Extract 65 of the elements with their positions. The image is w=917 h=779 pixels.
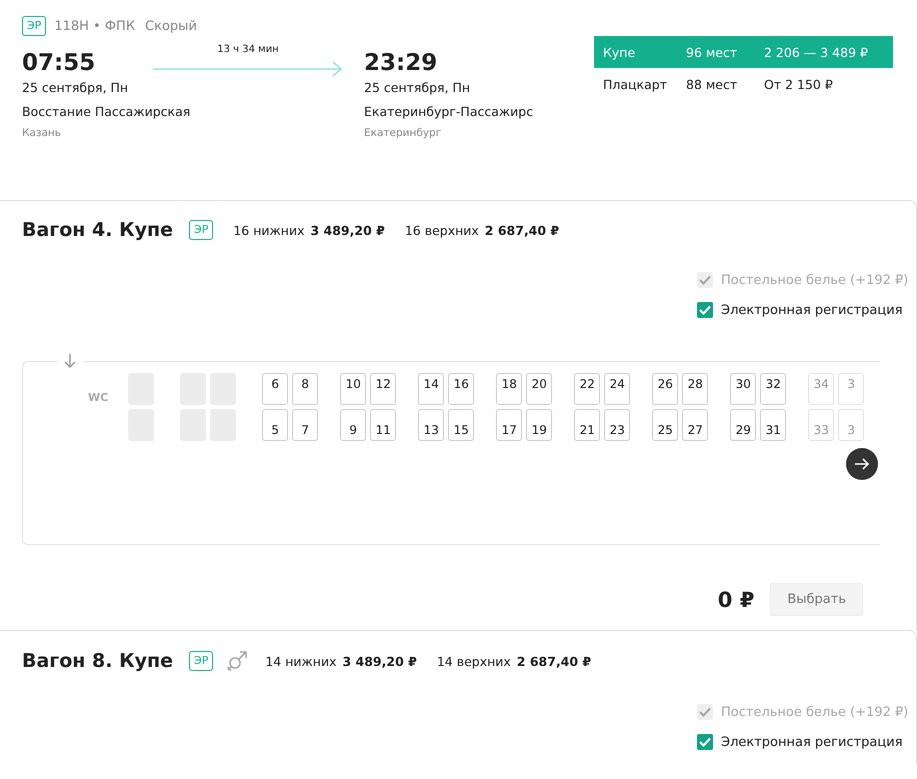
route-arrow-icon [153,61,343,77]
seat[interactable]: 10 [340,373,366,405]
seat[interactable]: 25 [652,409,678,441]
seat[interactable]: 9 [340,409,366,441]
option-label: Постельное белье (+192 ₽) [721,704,908,720]
upper-seats-price: 2 687,40 ₽ [516,654,592,668]
lower-seats-price: 3 489,20 ₽ [342,654,417,668]
seat[interactable]: 5 [262,409,288,441]
er-badge: ЭР [189,220,214,240]
departure-time: 07:55 [22,49,96,78]
seat[interactable]: 12 [370,373,396,405]
checkbox[interactable] [697,302,713,318]
seat[interactable]: 27 [682,409,708,441]
option-label: Электронная регистрация [721,734,903,750]
arrival-date: 25 сентября, Пн [364,80,472,95]
seat[interactable]: 13 [418,409,444,441]
er-badge: ЭР [22,16,46,36]
seat[interactable]: 16 [448,373,474,405]
option-label: Электронная регистрация [721,302,903,318]
seat[interactable]: 7 [292,409,318,441]
select-button[interactable]: Выбрать [770,583,863,616]
travel-duration: 13 ч 34 мин [216,44,280,55]
seat[interactable]: 19 [526,409,552,441]
er-badge: ЭР [189,651,214,671]
checkbox[interactable] [697,734,713,750]
departure-date: 25 сентября, Пн [22,80,130,95]
arrival-city: Екатеринбург [364,127,442,139]
seat[interactable]: 30 [730,373,756,405]
seat[interactable]: 21 [574,409,600,441]
seat[interactable]: 22 [574,373,600,405]
lower-seats-price: 3 489,20 ₽ [310,222,385,238]
next-arrow-button[interactable] [846,448,878,480]
wc-label: WC [88,391,108,404]
seat[interactable]: 14 [418,373,444,405]
wagon-title: Вагон 4. Купе [22,219,174,241]
departure-city: Казань [22,127,62,139]
seat[interactable]: 15 [448,409,474,441]
upper-seats-count: 16 верхних [404,222,479,238]
seat[interactable]: 8 [292,373,318,405]
seat[interactable]: 20 [526,373,552,405]
seat[interactable]: 24 [604,373,630,405]
seat[interactable]: 23 [604,409,630,441]
arrival-time: 23:29 [364,49,438,78]
seat[interactable]: 6 [262,373,288,405]
seat[interactable]: 29 [730,409,756,441]
seat[interactable]: 11 [370,409,396,441]
lower-seats-count: 14 нижних [265,654,336,668]
seat[interactable]: 17 [496,409,522,441]
train-number: 118Н • ФПК [54,18,136,34]
upper-seats-price: 2 687,40 ₽ [484,222,560,238]
train-type: Скорый [145,18,197,34]
seat[interactable]: 18 [496,373,522,405]
option-label: Постельное белье (+192 ₽) [721,272,908,288]
lower-seats-count: 16 нижних [233,222,304,238]
wagon-title: Вагон 8. Купе [22,650,174,672]
seat[interactable]: 28 [682,373,708,405]
arrival-station: Екатеринбург-Пассажирс [364,104,534,119]
seat[interactable]: 31 [760,409,786,441]
total-price: 0 ₽ [718,588,754,612]
seat[interactable]: 32 [760,373,786,405]
class-row[interactable]: Плацкарт 88 мест От 2 150 ₽ [594,68,893,100]
arrow-right-icon [854,457,870,471]
departure-station: Восстание Пассажирская [22,104,192,119]
seat[interactable]: 26 [652,373,678,405]
upper-seats-count: 14 верхних [436,654,511,668]
